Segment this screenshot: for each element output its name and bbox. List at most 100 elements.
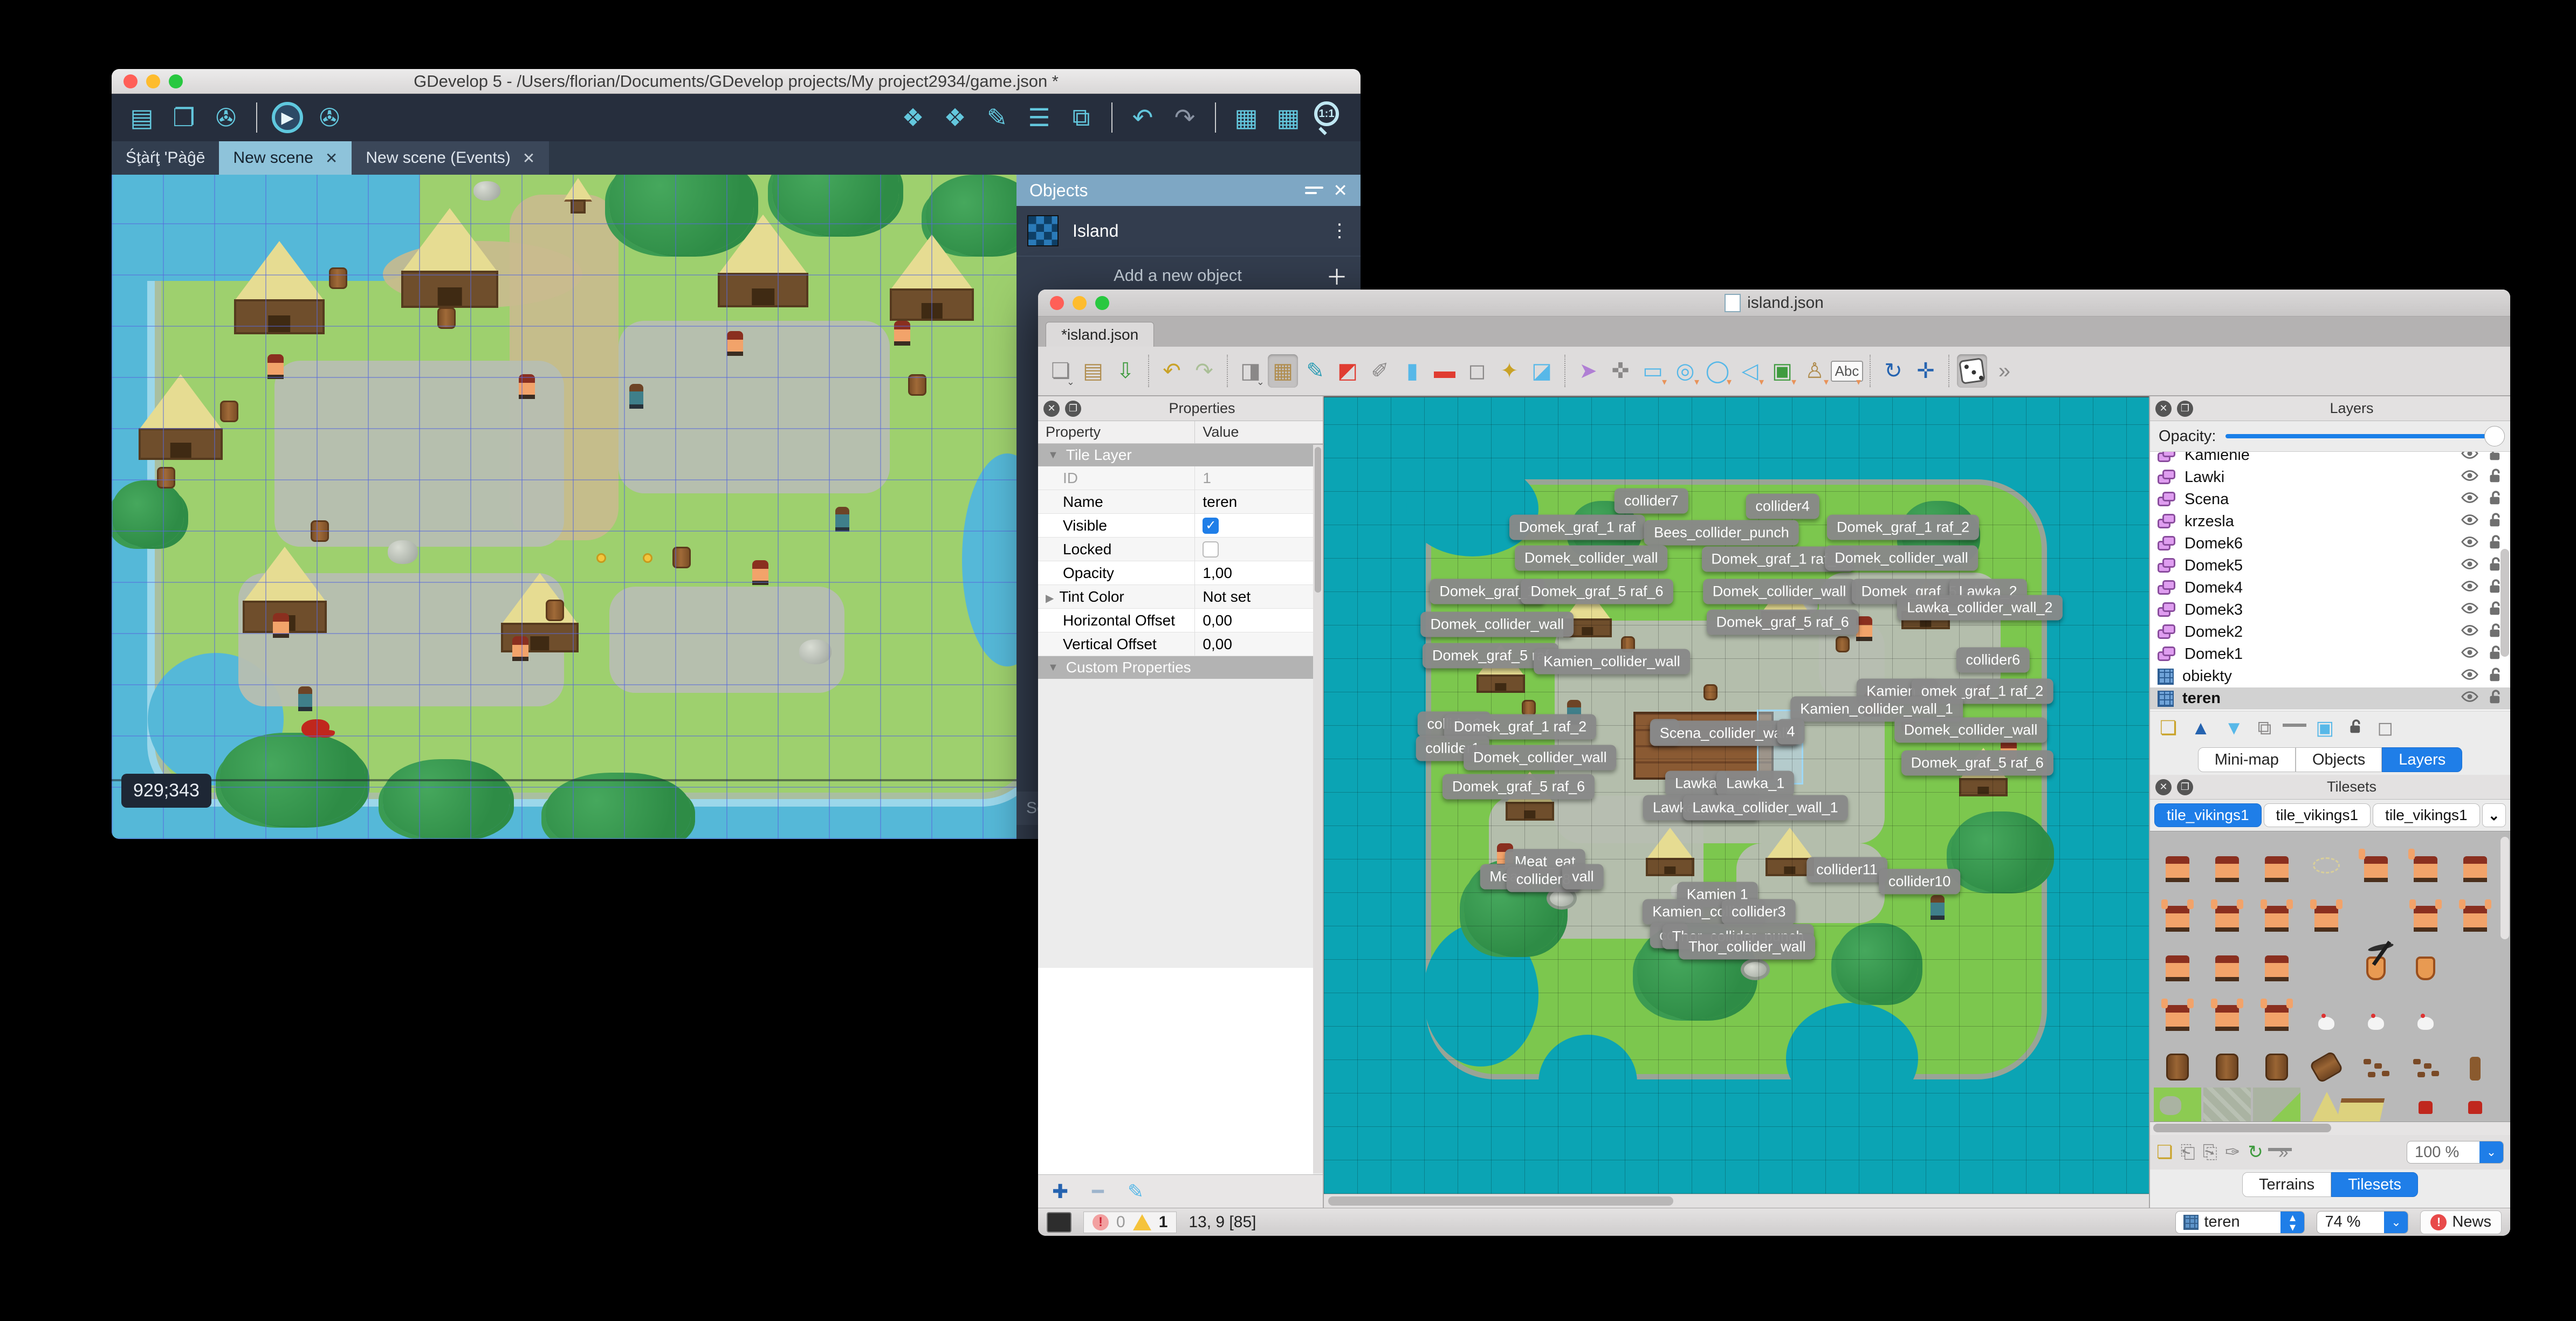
insert-text-icon[interactable]: Abc ▾: [1830, 354, 1864, 388]
property-row-tint-color[interactable]: ▶ Tint Color Not set: [1038, 585, 1323, 609]
add-new-object-button[interactable]: Add a new object ＋: [1016, 257, 1361, 294]
object-label[interactable]: Domek_collider_wall: [1702, 579, 1856, 604]
locked-checkbox[interactable]: [1203, 541, 1219, 558]
insert-ellipse-icon[interactable]: ◯ ▾: [1702, 354, 1733, 388]
layer-row-obiekty[interactable]: obiekty: [2150, 665, 2510, 687]
properties-scrollbar[interactable]: [1313, 445, 1323, 1173]
tab-new-scene-events-[interactable]: New scene (Events) ✕: [352, 141, 549, 175]
tileset-tile[interactable]: [2153, 889, 2202, 937]
minimize-window-button[interactable]: [1073, 295, 1087, 310]
eye-icon[interactable]: [2461, 469, 2479, 486]
stamp-variations-icon[interactable]: ◨ ⌄: [1235, 354, 1266, 388]
open-file-icon[interactable]: ▤: [1078, 354, 1108, 388]
tileset-tile[interactable]: [2401, 1087, 2450, 1122]
tab-island-json[interactable]: *island.json: [1046, 322, 1155, 347]
custom-properties-group-header[interactable]: ▼ Custom Properties: [1038, 656, 1323, 679]
tile-layer-group-header[interactable]: ▼ Tile Layer: [1038, 444, 1323, 466]
object-label[interactable]: Lawka_collider_wall_2: [1897, 595, 2063, 621]
tileset-tile[interactable]: [2252, 1037, 2301, 1086]
mosaic-icon[interactable]: ▦: [1229, 100, 1263, 135]
zoom-combo[interactable]: 74 % ⌄: [2317, 1210, 2409, 1234]
preview-debug-icon[interactable]: ✇: [312, 100, 347, 135]
unlock-icon[interactable]: [2488, 490, 2503, 510]
float-panel-icon[interactable]: ❐: [2177, 779, 2193, 795]
zoom-window-button[interactable]: [1095, 295, 1109, 310]
undo-icon[interactable]: ↶: [1157, 354, 1187, 388]
tileset-tile[interactable]: [2401, 1037, 2450, 1086]
debug-icon[interactable]: ✇: [209, 100, 243, 135]
shape-fill-icon[interactable]: ✐: [1365, 354, 1395, 388]
eye-icon[interactable]: [2461, 557, 2479, 575]
gdevelop-titlebar[interactable]: GDevelop 5 - /Users/florian/Documents/GD…: [112, 69, 1361, 94]
tileset-zoom-combo[interactable]: 100 % ⌄: [2407, 1141, 2504, 1164]
layer-row-krzesla[interactable]: krzesla: [2150, 511, 2510, 533]
dock-tab-objects[interactable]: Objects: [2295, 747, 2382, 772]
layer-row-domek5[interactable]: Domek5: [2150, 555, 2510, 577]
eye-icon[interactable]: [2461, 452, 2479, 464]
redo-icon[interactable]: ↷: [1189, 354, 1219, 388]
tileset-tile[interactable]: [2153, 938, 2202, 987]
tileset-tile[interactable]: [2401, 938, 2450, 987]
insert-tile-icon[interactable]: ▣ ▾: [1767, 354, 1797, 388]
tileset-tile[interactable]: [2252, 938, 2301, 987]
object-label[interactable]: Domek_collider_wall: [1894, 717, 2048, 743]
chevron-down-icon[interactable]: ⌄: [2482, 803, 2506, 827]
bottom-tab-tilesets[interactable]: Tilesets: [2331, 1172, 2418, 1197]
tileset-tile[interactable]: [2451, 889, 2499, 937]
object-label[interactable]: Domek_graf_1 raf: [1509, 514, 1645, 540]
layer-row-domek1[interactable]: Domek1: [2150, 643, 2510, 665]
undo-icon[interactable]: ↶: [1125, 100, 1160, 135]
tileset-tab-0[interactable]: tile_vikings1: [2154, 803, 2262, 827]
terrain-brush-icon[interactable]: ✎: [1300, 354, 1330, 388]
overflow-icon[interactable]: »: [1989, 354, 2019, 388]
random-mode-icon[interactable]: [1957, 354, 1987, 388]
object-label[interactable]: collider11: [1806, 857, 1887, 883]
layer-row-scena[interactable]: Scena: [2150, 489, 2510, 511]
tileset-horizontal-scrollbar[interactable]: [2150, 1122, 2510, 1135]
eye-icon[interactable]: [2461, 513, 2479, 531]
float-panel-icon[interactable]: ❐: [1065, 400, 1081, 417]
property-row-opacity[interactable]: Opacity 1,00: [1038, 561, 1323, 585]
close-tab-icon[interactable]: ✕: [523, 149, 535, 167]
instances-list-icon[interactable]: ☰: [1022, 100, 1056, 135]
map-canvas[interactable]: collider7 collider4 Domek_graf_1 raf Bees_c…: [1324, 396, 2149, 1194]
new-tileset-icon[interactable]: ❏: [2156, 1141, 2173, 1163]
object-label[interactable]: Domek_collider_wall: [1464, 745, 1617, 770]
tileset-tile[interactable]: [2451, 938, 2499, 987]
object-label[interactable]: Domek_collider_wall: [1420, 611, 1574, 637]
bottom-tab-terrains[interactable]: Terrains: [2242, 1172, 2332, 1197]
overflow-icon[interactable]: »: [2278, 1142, 2289, 1163]
tileset-tile[interactable]: [2352, 839, 2400, 887]
stamp-brush-icon[interactable]: ▦: [1268, 354, 1298, 388]
layer-row-domek6[interactable]: Domek6: [2150, 533, 2510, 555]
close-window-button[interactable]: [1050, 295, 1064, 310]
opacity-slider-knob[interactable]: [2484, 426, 2505, 446]
dock-tab-mini-map[interactable]: Mini-map: [2197, 747, 2296, 772]
property-row-id[interactable]: ID 1: [1038, 466, 1323, 490]
reload-tileset-icon[interactable]: ↻: [2248, 1141, 2263, 1163]
object-label[interactable]: collider10: [1878, 869, 1961, 895]
insert-polygon-icon[interactable]: ◁ ▾: [1735, 354, 1765, 388]
eye-icon[interactable]: [2461, 579, 2479, 597]
tileset-tile[interactable]: [2302, 938, 2351, 987]
object-menu-icon[interactable]: ⋮: [1330, 220, 1350, 242]
property-row-horizontal-offset[interactable]: Horizontal Offset 0,00: [1038, 609, 1323, 632]
add-property-button[interactable]: ✚: [1052, 1180, 1068, 1203]
object-label[interactable]: vall: [1562, 864, 1604, 890]
property-row-vertical-offset[interactable]: Vertical Offset 0,00: [1038, 632, 1323, 656]
dock-tab-layers[interactable]: Layers: [2382, 747, 2463, 772]
tileset-view[interactable]: [2150, 831, 2510, 1122]
object-list-item-island[interactable]: Island ⋮: [1016, 206, 1361, 257]
unlock-icon[interactable]: [2488, 512, 2503, 532]
unlock-icon[interactable]: [2488, 452, 2503, 466]
add-object-icon[interactable]: ❖: [896, 100, 930, 135]
tileset-tile[interactable]: [2302, 889, 2351, 937]
tileset-tile[interactable]: [2252, 839, 2301, 887]
eye-icon[interactable]: [2461, 491, 2479, 508]
unlock-icon[interactable]: [2488, 467, 2503, 488]
same-tile-select-icon[interactable]: ◪: [1527, 354, 1557, 388]
tileset-tile[interactable]: [2203, 839, 2251, 887]
tileset-tile[interactable]: [2302, 839, 2351, 887]
layer-row-teren[interactable]: teren: [2150, 687, 2510, 710]
object-label[interactable]: Scena_collider_wall: [1650, 720, 1798, 746]
